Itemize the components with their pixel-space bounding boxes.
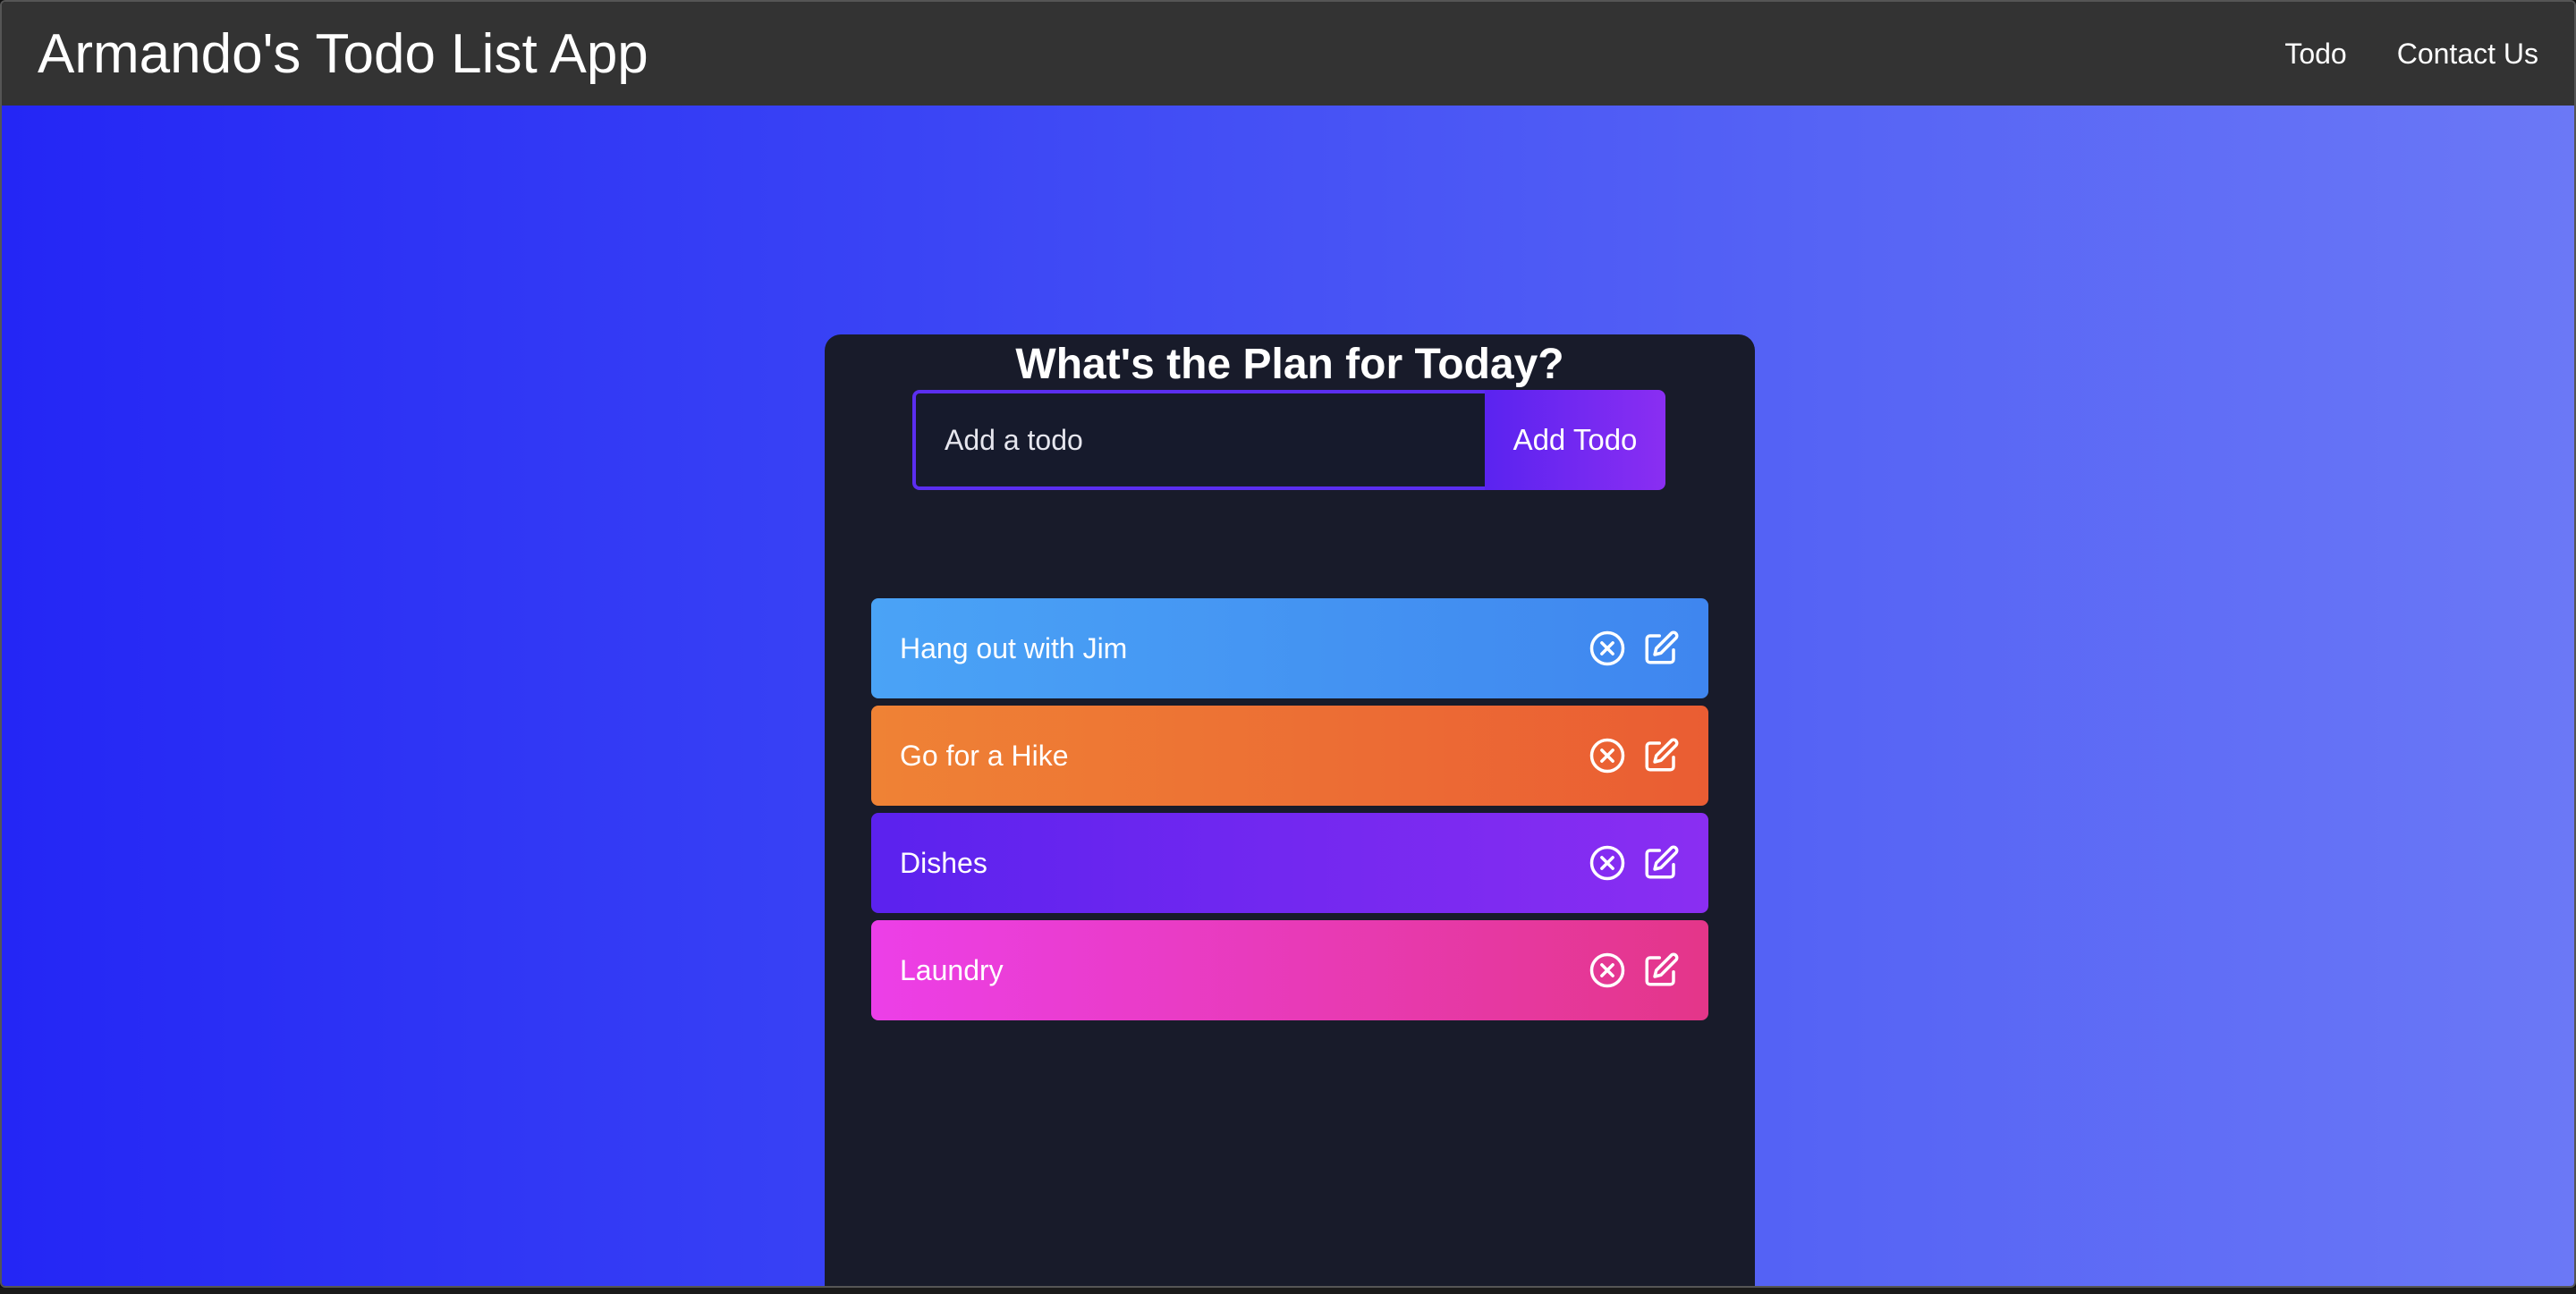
window-bottom-edge: [0, 1288, 2576, 1294]
todo-form: Add Todo: [912, 390, 1665, 490]
todo-item-actions: [1589, 844, 1680, 882]
navbar: Armando's Todo List App Todo Contact Us: [2, 2, 2574, 106]
close-circle-icon[interactable]: [1589, 951, 1626, 989]
todo-item-actions: [1589, 630, 1680, 667]
app-title[interactable]: Armando's Todo List App: [38, 22, 648, 86]
main-background: What's the Plan for Today? Add Todo Hang…: [2, 106, 2574, 1286]
edit-icon[interactable]: [1642, 951, 1680, 989]
edit-icon[interactable]: [1642, 844, 1680, 882]
add-todo-button[interactable]: Add Todo: [1485, 390, 1665, 490]
card-heading: What's the Plan for Today?: [1015, 341, 1564, 388]
todo-item-dishes[interactable]: Dishes: [871, 813, 1708, 913]
todo-item-actions: [1589, 737, 1680, 774]
edit-icon[interactable]: [1642, 630, 1680, 667]
todo-item-hang-out-with-jim[interactable]: Hang out with Jim: [871, 598, 1708, 698]
nav-link-contact-us[interactable]: Contact Us: [2397, 38, 2538, 71]
todo-item-label: Laundry: [900, 953, 1004, 986]
nav-links: Todo Contact Us: [2284, 38, 2538, 71]
todo-item-actions: [1589, 951, 1680, 989]
todo-item-label: Hang out with Jim: [900, 631, 1128, 664]
close-circle-icon[interactable]: [1589, 844, 1626, 882]
nav-link-todo[interactable]: Todo: [2284, 38, 2346, 71]
todo-item-label: Dishes: [900, 846, 987, 879]
edit-icon[interactable]: [1642, 737, 1680, 774]
todo-list: Hang out with Jim Go for a Hike Dishes L…: [871, 598, 1708, 1028]
todo-item-laundry[interactable]: Laundry: [871, 920, 1708, 1020]
todo-input[interactable]: [912, 390, 1485, 490]
close-circle-icon[interactable]: [1589, 737, 1626, 774]
todo-card: What's the Plan for Today? Add Todo Hang…: [825, 334, 1755, 1286]
todo-item-label: Go for a Hike: [900, 739, 1069, 772]
close-circle-icon[interactable]: [1589, 630, 1626, 667]
app-window: Armando's Todo List App Todo Contact Us …: [0, 0, 2576, 1288]
todo-item-go-for-a-hike[interactable]: Go for a Hike: [871, 706, 1708, 806]
